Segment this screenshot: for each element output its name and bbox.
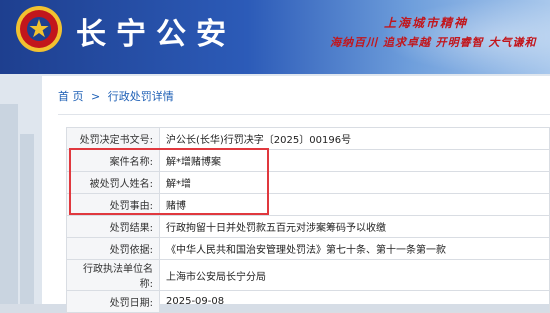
site-title: 长宁公安 bbox=[76, 17, 236, 52]
site-header: 长宁公安 上海城市精神 海纳百川 追求卓越 开明睿智 大气谦和 bbox=[0, 0, 550, 74]
field-value: 沪公长(长华)行罚决字〔2025〕00196号 bbox=[159, 127, 550, 150]
breadcrumb-current: 行政处罚详情 bbox=[107, 90, 174, 103]
police-emblem-icon bbox=[16, 6, 62, 52]
divider bbox=[58, 114, 550, 115]
city-spirit-title: 上海城市精神 bbox=[384, 16, 469, 30]
highlight-box bbox=[69, 148, 269, 215]
background-building bbox=[0, 104, 18, 304]
field-label: 处罚依据: bbox=[66, 237, 160, 260]
city-spirit-text: 海纳百川 追求卓越 开明睿智 大气谦和 bbox=[330, 36, 537, 49]
table-row: 处罚依据: 《中华人民共和国治安管理处罚法》第七十条、第十一条第一款 bbox=[66, 237, 550, 260]
breadcrumb-separator: > bbox=[91, 90, 101, 103]
field-value: 《中华人民共和国治安管理处罚法》第七十条、第十一条第一款 bbox=[159, 237, 550, 260]
field-label: 处罚日期: bbox=[66, 290, 160, 313]
background-building bbox=[20, 134, 34, 304]
table-row: 行政执法单位名称: 上海市公安局长宁分局 bbox=[66, 259, 550, 291]
field-label: 处罚结果: bbox=[66, 215, 160, 238]
field-value: 上海市公安局长宁分局 bbox=[159, 259, 550, 291]
table-row: 处罚决定书文号: 沪公长(长华)行罚决字〔2025〕00196号 bbox=[66, 127, 550, 150]
table-row: 处罚日期: 2025-09-08 bbox=[66, 290, 550, 313]
breadcrumb: 首 页 > 行政处罚详情 bbox=[58, 88, 178, 104]
field-label: 处罚决定书文号: bbox=[66, 127, 160, 150]
field-value: 行政拘留十日并处罚款五百元对涉案筹码予以收缴 bbox=[159, 215, 550, 238]
breadcrumb-home-link[interactable]: 首 页 bbox=[58, 90, 84, 103]
field-label: 行政执法单位名称: bbox=[66, 259, 160, 291]
table-row: 处罚结果: 行政拘留十日并处罚款五百元对涉案筹码予以收缴 bbox=[66, 215, 550, 238]
field-value: 2025-09-08 bbox=[159, 290, 550, 313]
